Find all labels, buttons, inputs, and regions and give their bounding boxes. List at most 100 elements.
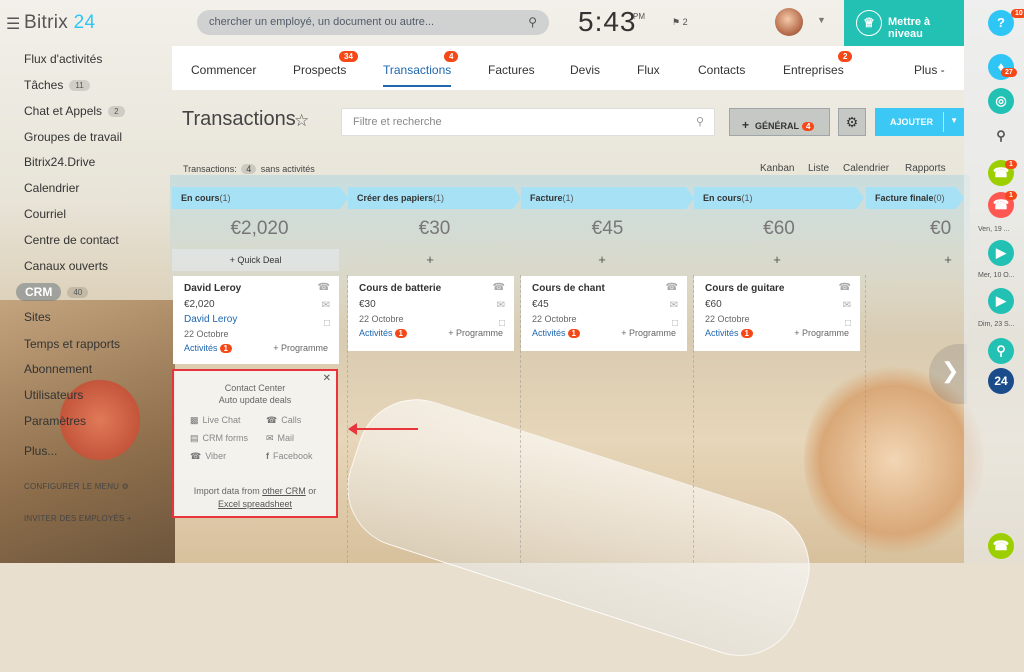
other-crm-link[interactable]: other CRM <box>262 486 306 496</box>
search-document-icon[interactable]: ⚲ <box>988 338 1014 364</box>
option-facebook[interactable]: f Facebook <box>266 451 313 461</box>
phone-icon[interactable]: ☎ <box>988 533 1014 559</box>
deal-name[interactable]: Cours de guitare <box>705 283 849 294</box>
chat-icon[interactable]: □ <box>499 318 505 329</box>
deal-name[interactable]: Cours de chant <box>532 283 676 294</box>
schedule-button[interactable]: + Programme <box>273 343 328 353</box>
deal-activities[interactable]: Activités 1 + Programme <box>359 328 503 338</box>
menu-item-calendrier[interactable]: Calendrier <box>24 181 79 195</box>
settings-gear-button[interactable]: ⚙ <box>838 108 866 136</box>
menu-item-taches[interactable]: Tâches 11 <box>24 78 90 92</box>
option-live-chat[interactable]: ▩ Live Chat <box>190 415 241 426</box>
tab-devis[interactable]: Devis <box>570 63 600 77</box>
deal-card[interactable]: Cours de batterie €30 22 Octobre Activit… <box>348 276 514 351</box>
deal-activities[interactable]: Activités 1 + Programme <box>705 328 849 338</box>
star-icon[interactable]: ☆ <box>294 111 309 131</box>
excel-link[interactable]: Excel spreadsheet <box>218 499 292 509</box>
menu-item-contact-center[interactable]: Centre de contact <box>24 233 119 247</box>
search-icon[interactable]: ⚲ <box>988 123 1014 149</box>
invite-employees-button[interactable]: INVITER DES EMPLOYÉS + <box>24 514 132 523</box>
menu-item-canaux[interactable]: Canaux ouverts <box>24 259 108 273</box>
option-mail[interactable]: ✉ Mail <box>266 433 294 444</box>
view-rapports[interactable]: Rapports <box>905 163 946 174</box>
menu-item-temps[interactable]: Temps et rapports <box>24 337 120 351</box>
chat-icon[interactable]: □ <box>845 318 851 329</box>
phone-icon[interactable]: ☎ <box>318 282 330 293</box>
menu-item-parametres[interactable]: Paramètres <box>24 414 86 428</box>
general-button[interactable]: + GÉNÉRAL 4 <box>729 108 830 136</box>
deal-card[interactable]: Cours de guitare €60 22 Octobre Activité… <box>694 276 860 351</box>
menu-item-chat[interactable]: Chat et Appels 2 <box>24 104 125 118</box>
add-button[interactable]: AJOUTER ▼ <box>875 108 964 136</box>
stage-header[interactable]: En cours(1) <box>172 187 348 209</box>
chevron-down-icon[interactable]: ▼ <box>817 15 826 25</box>
mail-icon[interactable]: ✉ <box>843 300 851 311</box>
flag-counter[interactable]: ⚑ 2 <box>672 17 688 28</box>
stage-header[interactable]: Facture finale(0) <box>866 187 964 209</box>
clock[interactable]: 5:43 <box>578 6 637 38</box>
avatar[interactable] <box>775 8 803 36</box>
camera-icon[interactable]: ▶ <box>988 288 1014 314</box>
menu-item-drive[interactable]: Bitrix24.Drive <box>24 155 95 169</box>
tab-commencer[interactable]: Commencer <box>191 63 256 77</box>
chevron-down-icon[interactable]: ▼ <box>950 116 958 125</box>
add-deal-button[interactable]: + <box>767 252 787 267</box>
bitrix24-icon[interactable]: 24 <box>988 368 1014 394</box>
add-deal-button[interactable]: + <box>938 252 958 267</box>
view-liste[interactable]: Liste <box>808 163 829 174</box>
deal-name[interactable]: Cours de batterie <box>359 283 503 294</box>
tab-plus[interactable]: Plus - <box>914 63 945 77</box>
stage-header[interactable]: Créer des papiers(1) <box>348 187 521 209</box>
search-icon[interactable]: ⚲ <box>528 15 537 29</box>
chat-icon[interactable]: □ <box>672 318 678 329</box>
view-kanban[interactable]: Kanban <box>760 163 794 174</box>
upgrade-button[interactable]: ♕ Mettre à niveau <box>844 0 964 46</box>
menu-item-plus[interactable]: Plus... <box>24 444 57 458</box>
tab-entreprises[interactable]: Entreprises 2 <box>783 51 853 77</box>
filter-search-input[interactable]: Filtre et recherche ⚲ <box>341 108 715 136</box>
search-input[interactable]: chercher un employé, un document ou autr… <box>197 10 549 35</box>
mail-icon[interactable]: ✉ <box>322 300 330 311</box>
deal-contact[interactable]: David Leroy <box>184 314 328 325</box>
quick-deal-button[interactable]: + Quick Deal <box>172 249 339 271</box>
menu-item-flux[interactable]: Flux d'activités <box>24 52 102 66</box>
tab-transactions[interactable]: Transactions 4 <box>383 51 459 87</box>
option-calls[interactable]: ☎ Calls <box>266 415 301 426</box>
add-deal-button[interactable]: + <box>420 252 440 267</box>
phone-icon[interactable]: ☎ <box>493 282 505 293</box>
phone-icon[interactable]: ☎ <box>839 282 851 293</box>
open-channels-icon[interactable]: ◎ <box>988 88 1014 114</box>
tab-flux[interactable]: Flux <box>637 63 660 77</box>
menu-item-crm[interactable]: CRM 40 <box>16 283 89 301</box>
menu-item-abonnement[interactable]: Abonnement <box>24 362 92 376</box>
deal-card[interactable]: David Leroy €2,020 David Leroy 22 Octobr… <box>173 276 339 364</box>
mail-icon[interactable]: ✉ <box>670 300 678 311</box>
tab-contacts[interactable]: Contacts <box>698 63 745 77</box>
chat-icon[interactable]: □ <box>324 318 330 329</box>
stage-header[interactable]: En cours(1) <box>694 187 864 209</box>
deal-activities[interactable]: Activités 1 + Programme <box>532 328 676 338</box>
menu-item-utilisateurs[interactable]: Utilisateurs <box>24 388 83 402</box>
menu-item-courriel[interactable]: Courriel <box>24 207 66 221</box>
view-calendrier[interactable]: Calendrier <box>843 163 889 174</box>
deal-activities[interactable]: Activités 1 + Programme <box>184 343 328 353</box>
configure-menu-button[interactable]: CONFIGURER LE MENU ⚙ <box>24 482 129 491</box>
logo[interactable]: Bitrix 24 <box>24 12 95 34</box>
option-crm-forms[interactable]: ▤ CRM forms <box>190 433 248 444</box>
phone-icon[interactable]: ☎ <box>666 282 678 293</box>
tab-factures[interactable]: Factures <box>488 63 535 77</box>
menu-item-sites[interactable]: Sites <box>24 310 51 324</box>
menu-item-groupes[interactable]: Groupes de travail <box>24 130 122 144</box>
schedule-button[interactable]: + Programme <box>794 328 849 338</box>
schedule-button[interactable]: + Programme <box>621 328 676 338</box>
schedule-button[interactable]: + Programme <box>448 328 503 338</box>
deal-card[interactable]: Cours de chant €45 22 Octobre Activités 1… <box>521 276 687 351</box>
stage-header[interactable]: Facture(1) <box>521 187 694 209</box>
mail-icon[interactable]: ✉ <box>497 300 505 311</box>
tab-prospects[interactable]: Prospects 34 <box>293 51 358 77</box>
add-deal-button[interactable]: + <box>592 252 612 267</box>
option-viber[interactable]: ☎ Viber <box>190 451 226 462</box>
deal-name[interactable]: David Leroy <box>184 283 328 294</box>
menu-icon[interactable]: ☰ <box>6 14 20 34</box>
camera-icon[interactable]: ▶ <box>988 240 1014 266</box>
